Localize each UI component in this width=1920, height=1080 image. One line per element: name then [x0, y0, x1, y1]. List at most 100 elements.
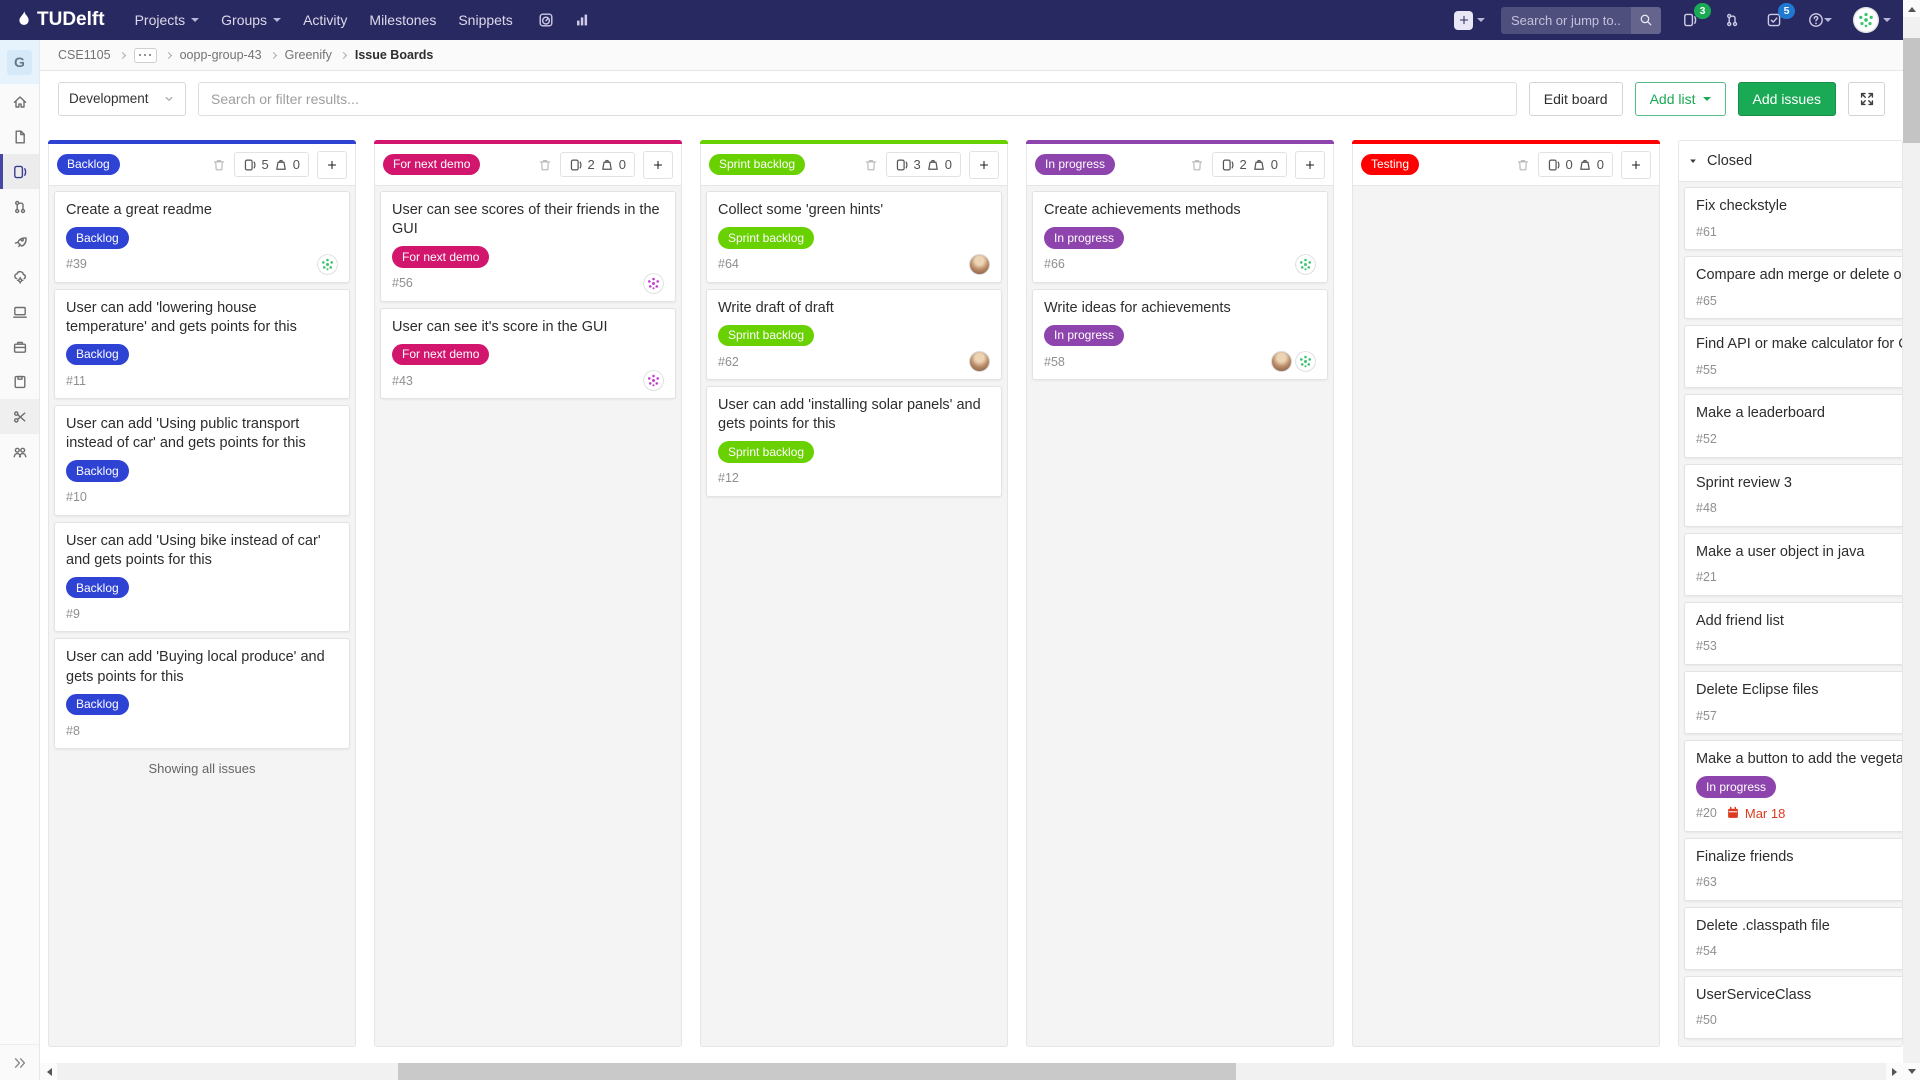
- vertical-scrollbar-thumb[interactable]: [1903, 38, 1920, 143]
- sidebar-item-snippets-scissors[interactable]: [0, 399, 39, 434]
- issue-card[interactable]: Fix checkstyle#61: [1684, 187, 1903, 250]
- issue-card[interactable]: Make a leaderboard#52: [1684, 394, 1903, 457]
- issue-card[interactable]: Make a button to add the vegetarianIn pr…: [1684, 740, 1903, 832]
- help-menu[interactable]: [1803, 7, 1837, 33]
- chart-icon[interactable]: [569, 7, 595, 33]
- issue-card[interactable]: Make a user object in java#21: [1684, 533, 1903, 596]
- sidebar-item-ci-cd-rocket[interactable]: [0, 224, 39, 259]
- delete-list-button[interactable]: [1190, 158, 1204, 172]
- scroll-down-button[interactable]: [1903, 1063, 1920, 1080]
- merge-requests-nav-icon[interactable]: [1719, 7, 1745, 33]
- nav-link-projects[interactable]: Projects: [125, 7, 210, 33]
- scroll-right-button[interactable]: [1886, 1063, 1903, 1080]
- issue-card[interactable]: User can add 'lowering house temperature…: [54, 289, 350, 400]
- sidebar-item-issue-boards[interactable]: [0, 154, 39, 189]
- add-issues-button[interactable]: Add issues: [1738, 82, 1836, 116]
- issue-card[interactable]: Delete .classpath file#54: [1684, 907, 1903, 970]
- breadcrumb-item[interactable]: Greenify: [285, 48, 332, 62]
- breadcrumb-item[interactable]: oopp-group-43: [180, 48, 262, 62]
- issue-label: Sprint backlog: [718, 441, 814, 462]
- assignee-avatar[interactable]: [969, 254, 990, 275]
- issue-card[interactable]: User can add 'Buying local produce' and …: [54, 638, 350, 749]
- board-select[interactable]: Development: [58, 82, 186, 116]
- issue-title: Write draft of draft: [718, 299, 990, 318]
- breadcrumb-ellipsis-button[interactable]: [134, 48, 157, 63]
- filter-input[interactable]: [198, 82, 1517, 116]
- issue-card[interactable]: Collect some 'green hints'Sprint backlog…: [706, 191, 1002, 283]
- issue-card[interactable]: Create a great readmeBacklog#39: [54, 191, 350, 283]
- focus-mode-button[interactable]: [1848, 82, 1885, 116]
- assignee-avatar[interactable]: [969, 351, 990, 372]
- sidebar-item-repository-file[interactable]: [0, 119, 39, 154]
- issue-count: 3: [914, 157, 921, 172]
- new-menu-button[interactable]: [1454, 11, 1485, 30]
- dashboard-icon[interactable]: [533, 7, 559, 33]
- sidebar-expand-toggle[interactable]: [0, 1044, 39, 1080]
- add-issue-to-list-button[interactable]: [1295, 151, 1325, 179]
- nav-link-snippets[interactable]: Snippets: [448, 7, 522, 33]
- issue-card[interactable]: Find API or make calculator for CO2#55: [1684, 325, 1903, 388]
- sidebar-item-wiki[interactable]: [0, 364, 39, 399]
- issue-card[interactable]: Create achievements methodsIn progress#6…: [1032, 191, 1328, 283]
- breadcrumb-item[interactable]: CSE1105: [58, 48, 111, 62]
- add-issue-to-list-button[interactable]: [1621, 151, 1651, 179]
- sidebar-item-merge-requests[interactable]: [0, 189, 39, 224]
- assignee-avatar[interactable]: [1271, 351, 1292, 372]
- project-avatar-link[interactable]: G: [0, 40, 39, 84]
- issue-label: In progress: [1044, 227, 1124, 248]
- user-menu[interactable]: [1853, 7, 1891, 33]
- sidebar-item-home[interactable]: [0, 84, 39, 119]
- delete-list-button[interactable]: [864, 158, 878, 172]
- nav-link-milestones[interactable]: Milestones: [359, 7, 446, 33]
- add-issue-to-list-button[interactable]: [317, 151, 347, 179]
- sidebar-item-members[interactable]: [0, 434, 39, 469]
- issue-label-row: In progress: [1044, 325, 1316, 346]
- add-list-button[interactable]: Add list: [1635, 82, 1726, 116]
- assignee-avatar[interactable]: [643, 370, 664, 391]
- edit-board-button[interactable]: Edit board: [1529, 82, 1623, 116]
- breadcrumb-item[interactable]: Issue Boards: [355, 48, 434, 62]
- delete-list-button[interactable]: [1516, 158, 1530, 172]
- collapse-caret-icon[interactable]: [1687, 155, 1699, 167]
- monitor-icon: [12, 304, 28, 320]
- issue-label-row: Backlog: [66, 344, 338, 365]
- issue-card[interactable]: User can see scores of their friends in …: [380, 191, 676, 302]
- vertical-scrollbar[interactable]: [1903, 0, 1920, 1080]
- issue-card[interactable]: User can add 'installing solar panels' a…: [706, 386, 1002, 497]
- list-title: Closed: [1707, 153, 1752, 169]
- issue-card[interactable]: User can add 'Using public transport ins…: [54, 405, 350, 516]
- nav-link-activity[interactable]: Activity: [293, 7, 357, 33]
- sidebar-item-monitor[interactable]: [0, 294, 39, 329]
- sidebar-item-operations-cloud[interactable]: [0, 259, 39, 294]
- search-icon[interactable]: [1631, 7, 1661, 34]
- sidebar-item-packages[interactable]: [0, 329, 39, 364]
- scroll-left-button[interactable]: [40, 1063, 57, 1080]
- horizontal-scrollbar[interactable]: [40, 1063, 1903, 1080]
- issues-nav-icon[interactable]: 3: [1677, 7, 1703, 33]
- tudelft-logo[interactable]: TUDelft: [14, 9, 105, 31]
- issue-card[interactable]: Finalize friends#63: [1684, 838, 1903, 901]
- delete-list-button[interactable]: [538, 158, 552, 172]
- nav-link-groups[interactable]: Groups: [211, 7, 291, 33]
- issue-title: Write ideas for achievements: [1044, 299, 1316, 318]
- add-issue-to-list-button[interactable]: [643, 151, 673, 179]
- issue-card[interactable]: Add friend list#53: [1684, 602, 1903, 665]
- assignee-avatar[interactable]: [1295, 254, 1316, 275]
- issue-card[interactable]: UserServiceClass#50: [1684, 976, 1903, 1039]
- assignee-avatar[interactable]: [643, 273, 664, 294]
- issue-card[interactable]: Compare adn merge or delete old branches…: [1684, 256, 1903, 319]
- assignee-avatar[interactable]: [317, 254, 338, 275]
- issue-card[interactable]: Sprint review 3#48: [1684, 464, 1903, 527]
- issue-card[interactable]: User can add 'Using bike instead of car'…: [54, 522, 350, 633]
- issue-card[interactable]: User can see it's score in the GUIFor ne…: [380, 308, 676, 400]
- issue-card[interactable]: Delete Eclipse files#57: [1684, 671, 1903, 734]
- global-search-input[interactable]: [1501, 7, 1631, 34]
- delete-list-button[interactable]: [212, 158, 226, 172]
- add-issue-to-list-button[interactable]: [969, 151, 999, 179]
- issue-card[interactable]: Write ideas for achievementsIn progress#…: [1032, 289, 1328, 381]
- scroll-up-button[interactable]: [1903, 0, 1920, 17]
- todos-nav-icon[interactable]: 5: [1761, 7, 1787, 33]
- horizontal-scrollbar-thumb[interactable]: [398, 1063, 1236, 1080]
- assignee-avatar[interactable]: [1295, 351, 1316, 372]
- issue-card[interactable]: Write draft of draftSprint backlog#62: [706, 289, 1002, 381]
